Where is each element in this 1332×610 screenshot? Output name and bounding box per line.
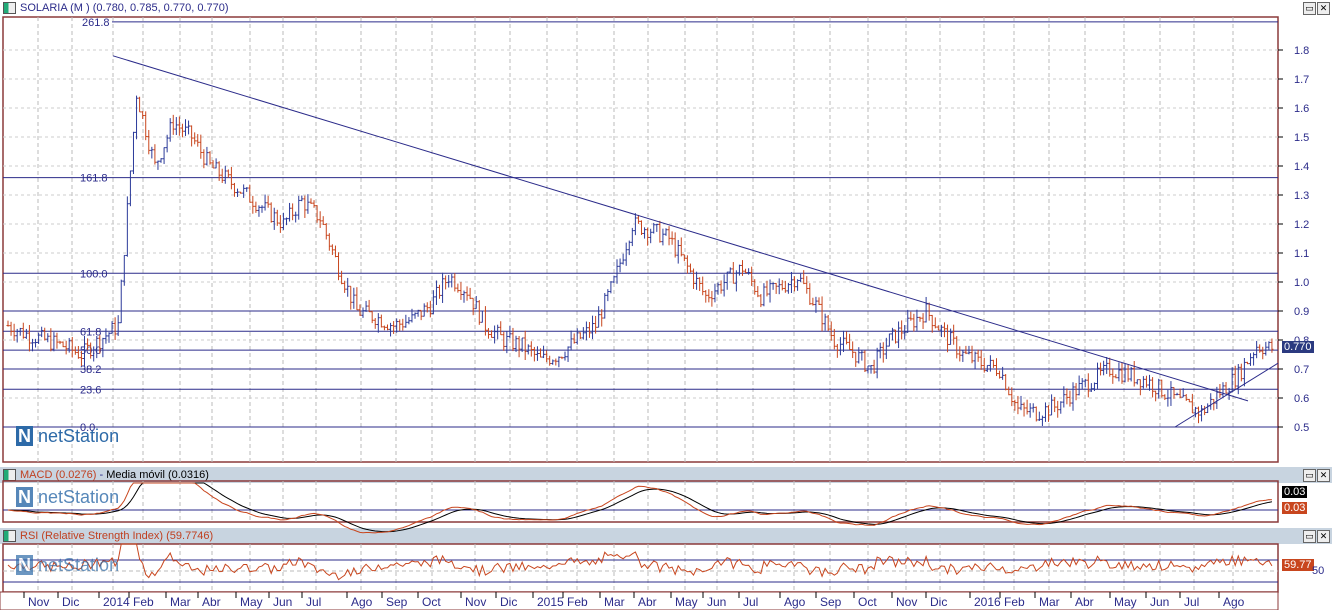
x-tick-label: Abr xyxy=(638,595,657,609)
x-tick-label: Jun xyxy=(273,595,292,609)
trendline-up xyxy=(1174,362,1279,428)
x-tick-label: Dic xyxy=(930,595,947,609)
x-tick-label: May xyxy=(240,595,263,609)
y-tick-label: 1.4 xyxy=(1294,161,1309,173)
y-tick-label: 1.1 xyxy=(1294,248,1309,260)
x-tick-label: Jul xyxy=(743,595,758,609)
panel-frame xyxy=(2,543,1279,593)
x-tick-label: Nov xyxy=(896,595,917,609)
x-tick-label: Ago xyxy=(784,595,806,609)
x-tick-label: May xyxy=(675,595,698,609)
x-tick-label: Jul xyxy=(306,595,321,609)
fib-label: 23.6 xyxy=(80,384,101,396)
y-tick-label: 1.2 xyxy=(1294,219,1309,231)
x-tick-label: Sep xyxy=(820,595,842,609)
netstation-logo: N netStation xyxy=(16,487,120,507)
y-tick-label: 0.7 xyxy=(1294,364,1309,376)
fib-label: 161.8 xyxy=(80,173,108,185)
x-tick-label: Feb xyxy=(1004,595,1025,609)
rsi-line xyxy=(7,543,1273,581)
x-tick-label: Oct xyxy=(422,595,441,609)
fib-label: 261.8 xyxy=(82,17,110,29)
x-tick-label: Ago xyxy=(1223,595,1245,609)
x-tick-label: Abr xyxy=(1075,595,1094,609)
y-tick-label: 1.6 xyxy=(1294,103,1309,115)
x-tick-label: Feb xyxy=(567,595,588,609)
fib-label: 100.0 xyxy=(80,268,108,280)
macd-signal-line xyxy=(7,482,1273,533)
y-tick-label: 0.9 xyxy=(1294,306,1309,318)
panel-frame xyxy=(2,480,1279,523)
panel-frame xyxy=(2,16,1279,463)
x-tick-label: Mar xyxy=(604,595,625,609)
netstation-logo: N netStation xyxy=(16,555,120,575)
x-tick-label: 2014 xyxy=(103,595,130,609)
y-tick-label: 1.8 xyxy=(1294,45,1309,57)
y-tick-label: 1.3 xyxy=(1294,190,1309,202)
price-chart[interactable]: Nov Dic 2014 Feb Mar Abr May Jun Jul Ago Sep Oct Nov… xyxy=(0,0,1332,610)
x-tick-label: Sep xyxy=(386,595,408,609)
y-tick-label: 0.6 xyxy=(1294,393,1309,405)
x-tick-label: Mar xyxy=(170,595,191,609)
x-tick-label: Nov xyxy=(465,595,486,609)
y-tick-label: 1.0 xyxy=(1294,277,1309,289)
rsi-level-label: 50 xyxy=(1312,565,1325,577)
y-tick-label: 0.5 xyxy=(1294,422,1309,434)
macd-signal-value: 0.03 xyxy=(1282,502,1308,514)
netstation-logo: N netStation xyxy=(16,426,120,446)
x-tick-label: Feb xyxy=(133,595,154,609)
x-tick-label: 2015 xyxy=(537,595,564,609)
x-tick-label: Abr xyxy=(202,595,221,609)
x-tick-label: Oct xyxy=(858,595,877,609)
macd-line xyxy=(7,482,1272,534)
y-tick-label: 1.7 xyxy=(1294,74,1309,86)
rsi-value: 59.77 xyxy=(1282,559,1314,571)
x-tick-label: Jun xyxy=(1150,595,1169,609)
x-tick-label: Jul xyxy=(1184,595,1199,609)
x-tick-label: 2016 xyxy=(974,595,1001,609)
x-tick-label: Jun xyxy=(707,595,726,609)
x-tick-label: Ago xyxy=(351,595,373,609)
last-price-badge: 0.770 xyxy=(1282,341,1314,353)
macd-value: 0.03 xyxy=(1282,486,1308,498)
x-tick-label: Dic xyxy=(500,595,517,609)
x-tick-label: May xyxy=(1114,595,1137,609)
fib-label: 38.2 xyxy=(80,364,101,376)
x-tick-label: Mar xyxy=(1039,595,1060,609)
fib-label: 61.8 xyxy=(80,326,101,338)
x-tick-label: Nov xyxy=(28,595,49,609)
y-tick-label: 1.5 xyxy=(1294,132,1309,144)
x-tick-label: Dic xyxy=(62,595,79,609)
